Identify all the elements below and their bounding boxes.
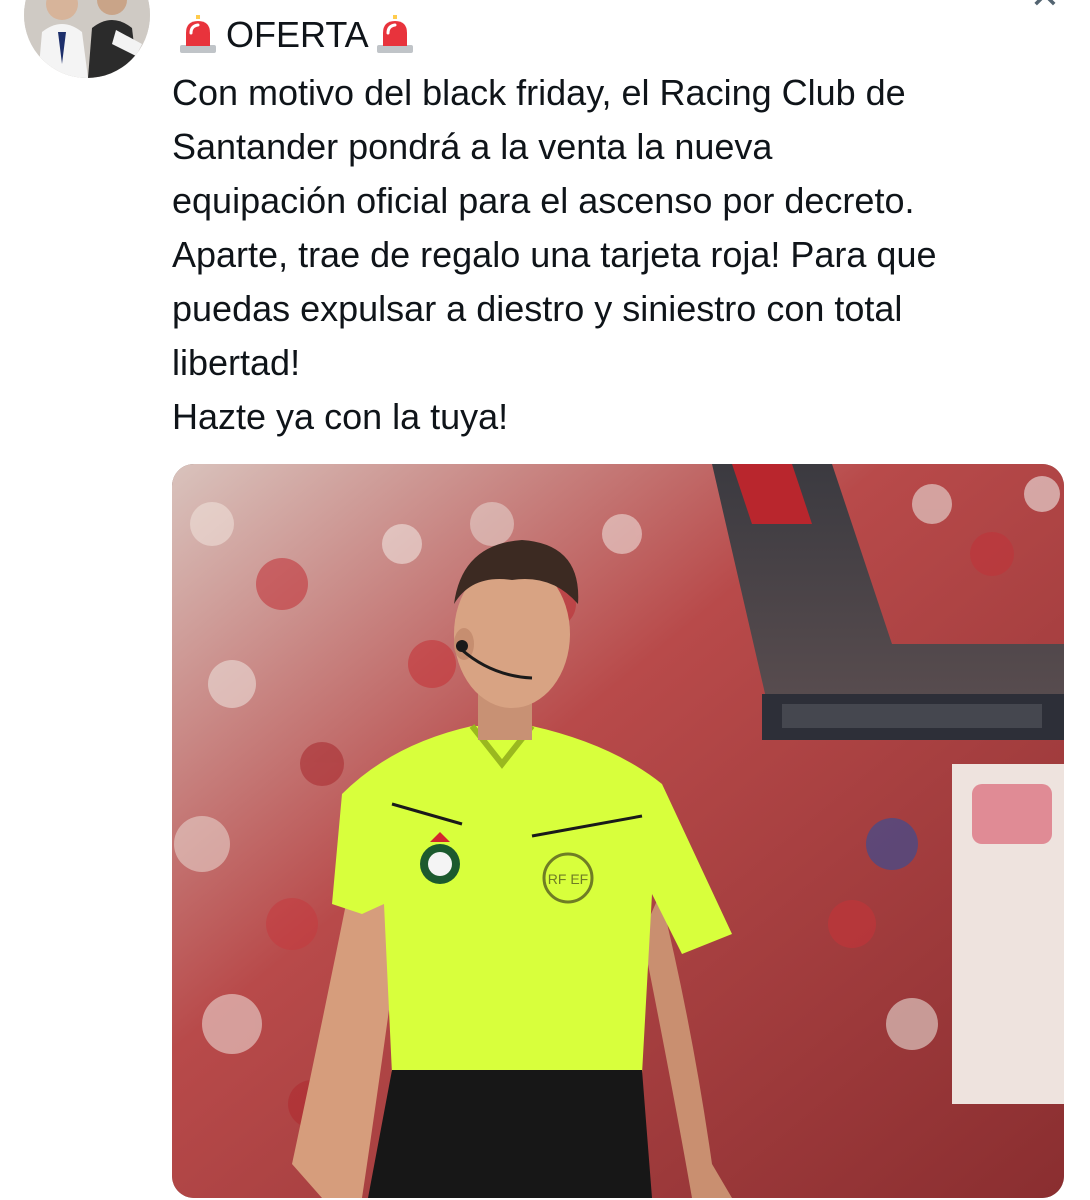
tweet-line: equipación oficial para el ascenso por d… <box>172 180 915 221</box>
tweet-photo[interactable]: RF EF <box>172 464 1064 1198</box>
author-avatar[interactable] <box>24 0 150 78</box>
tweet-headline: OFERTA <box>172 10 1072 60</box>
tweet-content: OFERTA Con motivo del black friday, el R… <box>172 10 1072 444</box>
tweet-line: Santander pondrá a la venta la nueva <box>172 126 773 167</box>
rotating-light-icon <box>178 15 218 55</box>
tweet-body: Con motivo del black friday, el Racing C… <box>172 66 1072 444</box>
headline-text: OFERTA <box>226 14 369 55</box>
tweet-line: puedas expulsar a diestro y siniestro co… <box>172 288 903 329</box>
tweet-line: Aparte, trae de regalo una tarjeta roja!… <box>172 234 937 275</box>
rotating-light-icon <box>375 15 415 55</box>
tweet-line: Con motivo del black friday, el Racing C… <box>172 72 906 113</box>
rfef-badge: RF EF <box>548 871 588 887</box>
tweet-line: Hazte ya con la tuya! <box>172 396 509 437</box>
tweet-line: libertad! <box>172 342 301 383</box>
